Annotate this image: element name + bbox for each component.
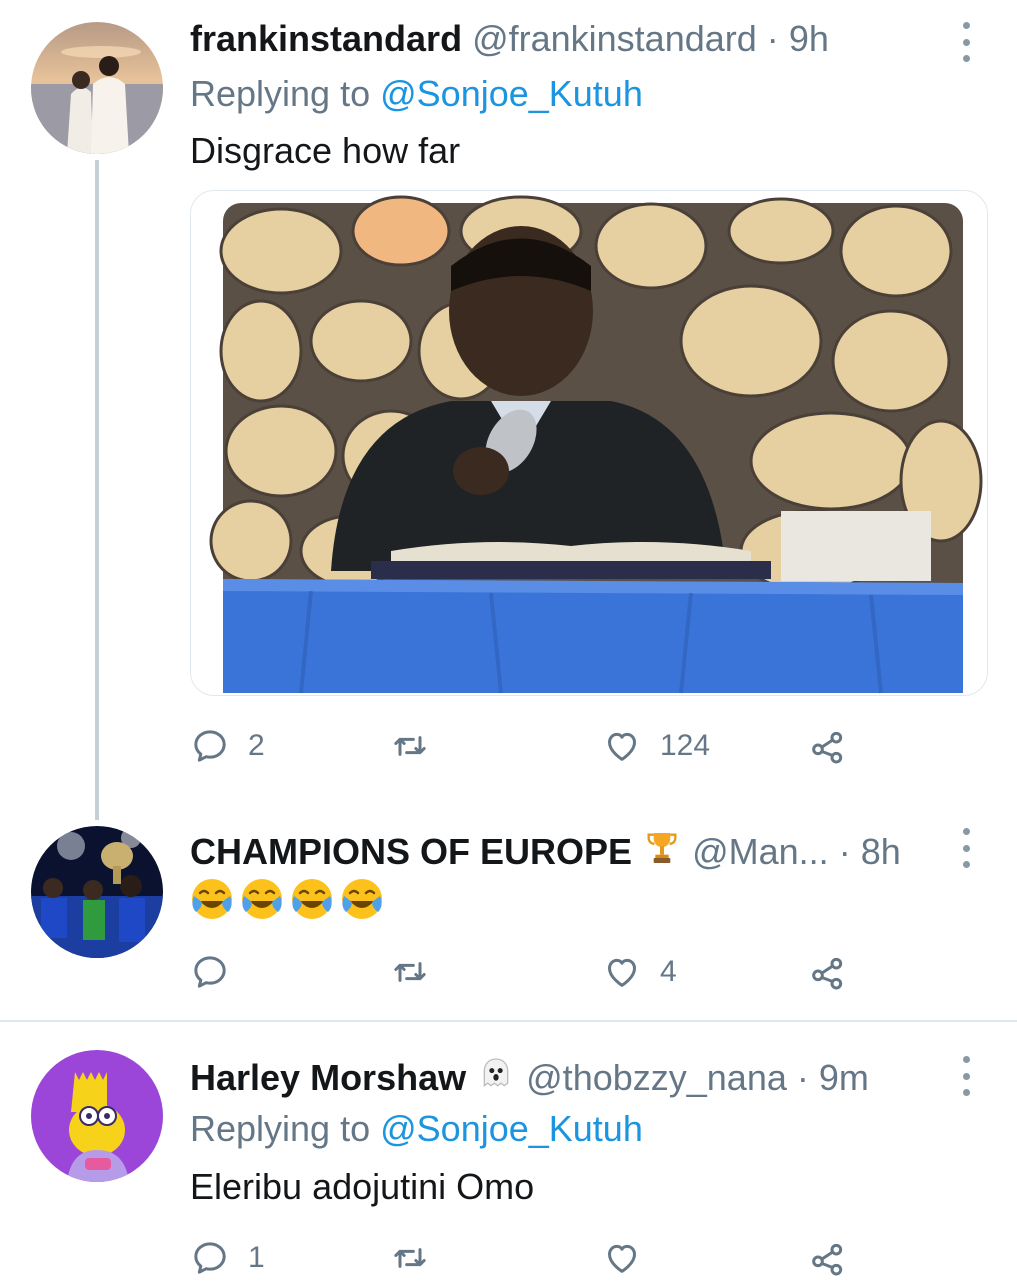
retweet-button[interactable] (390, 948, 430, 996)
share-icon (812, 957, 843, 990)
display-name[interactable]: CHAMPIONS OF EUROPE (190, 831, 632, 872)
like-button[interactable]: 4 (602, 948, 677, 996)
tweet-actions: 2 124 (190, 722, 890, 770)
share-button[interactable] (808, 948, 848, 996)
retweet-button[interactable] (390, 722, 430, 770)
tweet-header: Harley Morshaw @thobzzy_nana · 9m (190, 1054, 869, 1103)
reply-button[interactable]: 2 (190, 722, 265, 770)
replying-to: Replying to @Sonjoe_Kutuh (190, 73, 643, 115)
laughing-tears-emoji-icon (190, 876, 386, 931)
avatar[interactable] (31, 22, 163, 154)
media-image (209, 195, 983, 694)
heart-icon (608, 732, 636, 761)
replying-prefix: Replying to (190, 1108, 381, 1149)
reply-icon (194, 1242, 226, 1274)
replying-to: Replying to @Sonjoe_Kutuh (190, 1108, 643, 1150)
reply-icon (194, 730, 226, 762)
like-count: 124 (660, 729, 711, 762)
user-handle[interactable]: @thobzzy_nana (526, 1057, 787, 1098)
retweet-icon (394, 736, 426, 756)
heart-icon (608, 958, 636, 987)
display-name[interactable]: frankinstandard (190, 18, 462, 59)
reply-count: 2 (248, 729, 265, 762)
more-options-icon[interactable] (963, 828, 971, 868)
mention-link[interactable]: @Sonjoe_Kutuh (380, 73, 643, 114)
tweet-text: Disgrace how far (190, 130, 461, 171)
reply-button[interactable] (190, 948, 230, 996)
separator-dot: · (838, 831, 851, 872)
share-button[interactable] (808, 722, 848, 770)
reply-icon (194, 956, 226, 988)
retweet-icon (394, 962, 426, 982)
display-name[interactable]: Harley Morshaw (190, 1057, 466, 1098)
tweet-header: frankinstandard @frankinstandard · 9h (190, 18, 829, 60)
timestamp[interactable]: 8h (861, 831, 901, 872)
like-count: 4 (660, 955, 677, 988)
replying-prefix: Replying to (190, 73, 381, 114)
tweet-actions: 4 (190, 948, 890, 996)
tweet-actions: 1 (190, 1234, 890, 1282)
reply-button[interactable]: 1 (190, 1234, 265, 1282)
tweet-2[interactable]: CHAMPIONS OF EUROPE @Man... · 8h 😂😂😂😂 (0, 820, 1017, 1020)
share-icon (812, 731, 843, 764)
share-button[interactable] (808, 1234, 848, 1282)
tweet-header: CHAMPIONS OF EUROPE @Man... · 8h (190, 828, 901, 877)
mention-link[interactable]: @Sonjoe_Kutuh (380, 1108, 643, 1149)
tweet-3[interactable]: Harley Morshaw @thobzzy_nana · 9m Replyi… (0, 1022, 1017, 1280)
user-handle[interactable]: @Man... (692, 831, 829, 872)
tweet-text: Eleribu adojutini Omo (190, 1166, 535, 1207)
like-button[interactable]: 124 (602, 722, 710, 770)
ghost-emoji-icon (476, 1054, 516, 1103)
more-options-icon[interactable] (963, 22, 971, 62)
user-handle[interactable]: @frankinstandard (472, 18, 757, 59)
avatar[interactable] (31, 1050, 163, 1182)
more-options-icon[interactable] (963, 1056, 971, 1096)
separator-dot: · (796, 1057, 809, 1098)
timestamp[interactable]: 9m (819, 1057, 869, 1098)
share-icon (812, 1243, 843, 1276)
trophy-emoji-icon (642, 828, 682, 877)
heart-icon (608, 1244, 636, 1273)
timestamp[interactable]: 9h (789, 18, 829, 59)
tweet-1[interactable]: frankinstandard @frankinstandard · 9h Re… (0, 0, 1017, 820)
thread-connector (95, 160, 99, 820)
tweet-media[interactable] (190, 190, 988, 696)
like-button[interactable] (602, 1234, 642, 1282)
avatar[interactable] (31, 826, 163, 958)
retweet-button[interactable] (390, 1234, 430, 1282)
reply-count: 1 (248, 1241, 265, 1274)
separator-dot: · (766, 18, 779, 59)
retweet-icon (394, 1248, 426, 1268)
